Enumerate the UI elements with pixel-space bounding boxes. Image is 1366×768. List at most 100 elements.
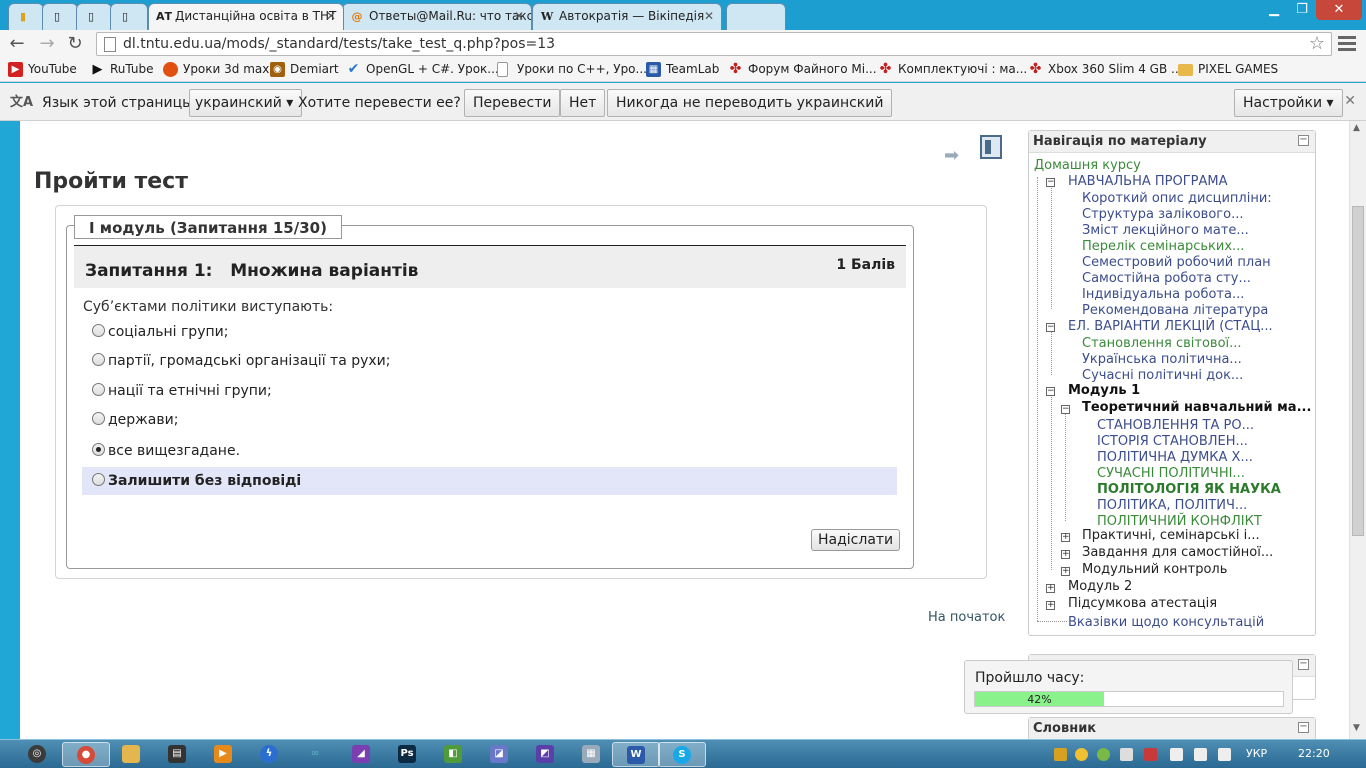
- answer-option[interactable]: держави;: [82, 406, 897, 434]
- radio-button[interactable]: [92, 412, 105, 425]
- submit-button[interactable]: Надіслати: [811, 529, 901, 551]
- tree-item[interactable]: ПОЛІТИЧНА ДУМКА Х...: [1097, 450, 1253, 465]
- taskbar-app[interactable]: ▶: [200, 742, 248, 767]
- tree-item[interactable]: Вказівки щодо консультацій: [1068, 615, 1264, 630]
- tree-item[interactable]: ЕЛ. ВАРІАНТИ ЛЕКЦІЙ (СТАЦ...: [1068, 319, 1273, 334]
- tree-home[interactable]: Домашня курсу: [1034, 158, 1141, 173]
- translate-button[interactable]: Перевести: [464, 89, 561, 117]
- new-tab-button[interactable]: [726, 3, 786, 30]
- taskbar-app[interactable]: ∞: [292, 742, 340, 767]
- expand-icon[interactable]: +: [1061, 567, 1070, 576]
- tree-item[interactable]: Структура залікового...: [1082, 207, 1243, 222]
- book-icon[interactable]: [980, 135, 1002, 159]
- battery-icon[interactable]: [1170, 748, 1183, 761]
- tree-item[interactable]: Практичні, семінарські і...: [1082, 528, 1260, 543]
- tab-stub-2[interactable]: ▯: [42, 3, 78, 30]
- tree-item[interactable]: Теоретичний навчальний ма...: [1082, 400, 1311, 415]
- bookmark-item[interactable]: ✔ OpenGL + C#. Урок...: [346, 62, 499, 77]
- answer-option[interactable]: соціальні групи;: [82, 318, 897, 346]
- tab-mail[interactable]: @ Ответы@Mail.Ru: что такс ✕: [342, 3, 532, 30]
- tree-item[interactable]: Перелік семінарських...: [1082, 239, 1244, 254]
- scroll-down-icon[interactable]: ▼: [1353, 723, 1360, 733]
- minimize-icon[interactable]: ▁: [1260, 0, 1288, 20]
- expand-icon[interactable]: +: [1061, 550, 1070, 559]
- radio-button[interactable]: [92, 473, 105, 486]
- tab-wiki[interactable]: W Автократія — Вікіпедія ✕: [532, 3, 722, 30]
- tray-icon[interactable]: [1054, 748, 1067, 761]
- bookmark-item[interactable]: ✤ Комплектуючі : ма...: [878, 62, 1028, 77]
- taskbar-app[interactable]: ▤: [154, 742, 202, 767]
- taskbar-app[interactable]: ◩: [522, 742, 570, 767]
- start-button[interactable]: ◎: [14, 742, 58, 767]
- volume-icon[interactable]: [1120, 748, 1133, 761]
- answer-option[interactable]: все вищезгадане.: [82, 437, 897, 465]
- radio-button[interactable]: [92, 324, 105, 337]
- collapse-icon[interactable]: −: [1046, 323, 1055, 332]
- tree-item[interactable]: Рекомендована література: [1082, 303, 1268, 318]
- page-scrollbar[interactable]: ▲ ▼: [1349, 121, 1366, 739]
- tray-icon[interactable]: [1075, 748, 1088, 761]
- tree-item[interactable]: Самостійна робота сту...: [1082, 271, 1251, 286]
- tree-item[interactable]: Модульний контроль: [1082, 562, 1227, 577]
- tree-item[interactable]: Семестровий робочий план: [1082, 255, 1271, 270]
- answer-option[interactable]: партії, громадські організації та рухи;: [82, 347, 897, 375]
- tree-item[interactable]: Індивідуальна робота...: [1082, 287, 1244, 302]
- tree-item[interactable]: ПОЛІТИКА, ПОЛІТИЧ...: [1097, 498, 1247, 513]
- collapse-icon[interactable]: −: [1298, 722, 1309, 733]
- tab-stub-1[interactable]: ▮: [8, 3, 44, 30]
- taskbar-word[interactable]: W: [612, 742, 660, 767]
- tree-item[interactable]: Завдання для самостійної...: [1082, 545, 1273, 560]
- expand-icon[interactable]: +: [1046, 601, 1055, 610]
- tree-item[interactable]: Сучасні політичні док...: [1082, 368, 1243, 383]
- restore-icon[interactable]: ❐: [1288, 0, 1316, 20]
- tree-item[interactable]: Українська політична...: [1082, 352, 1242, 367]
- answer-option-skip[interactable]: Залишити без відповіді: [82, 467, 897, 495]
- collapse-icon[interactable]: −: [1046, 387, 1055, 396]
- collapse-icon[interactable]: −: [1298, 135, 1309, 146]
- radio-button-checked[interactable]: [92, 443, 105, 456]
- taskbar-app[interactable]: ▦: [568, 742, 616, 767]
- close-icon[interactable]: ✕: [326, 9, 336, 23]
- bookmark-item[interactable]: ◉ Demiart: [270, 62, 339, 77]
- back-icon[interactable]: ←: [6, 33, 28, 55]
- tree-item[interactable]: ІСТОРІЯ СТАНОВЛЕН...: [1097, 434, 1248, 449]
- window-close-icon[interactable]: ✕: [1316, 0, 1362, 20]
- scroll-up-icon[interactable]: ▲: [1353, 123, 1360, 133]
- clock[interactable]: 22:20: [1298, 747, 1330, 760]
- flag-icon[interactable]: [1144, 748, 1157, 761]
- taskbar-skype[interactable]: S: [658, 742, 706, 767]
- taskbar-app[interactable]: ◢: [338, 742, 386, 767]
- tray-icon[interactable]: [1097, 748, 1110, 761]
- scroll-thumb[interactable]: [1352, 206, 1364, 536]
- tab-stub-3[interactable]: ▯: [76, 3, 112, 30]
- tree-item[interactable]: Модуль 1: [1068, 383, 1140, 398]
- bookmark-item[interactable]: ▶ YouTube: [8, 62, 77, 77]
- tree-item[interactable]: СТАНОВЛЕННЯ ТА РО...: [1097, 418, 1254, 433]
- expand-icon[interactable]: +: [1061, 533, 1070, 542]
- settings-button[interactable]: Настройки ▾: [1234, 89, 1343, 117]
- never-translate-button[interactable]: Никогда не переводить украинский: [607, 89, 893, 117]
- bookmark-item[interactable]: ✤ Xbox 360 Slim 4 GB ...: [1028, 62, 1183, 77]
- taskbar-app[interactable]: ϟ: [246, 742, 294, 767]
- tree-item[interactable]: Зміст лекційного мате...: [1082, 223, 1249, 238]
- tree-item[interactable]: СУЧАСНІ ПОЛІТИЧНІ...: [1097, 466, 1245, 481]
- keyboard-language[interactable]: УКР: [1246, 747, 1267, 760]
- bookmark-item[interactable]: Уроки 3d max: [163, 62, 269, 77]
- tree-item[interactable]: Короткий опис дисципліни:: [1082, 191, 1272, 206]
- answer-option[interactable]: нації та етнічні групи;: [82, 377, 897, 405]
- taskbar-app[interactable]: ◪: [476, 742, 524, 767]
- tree-item[interactable]: Підсумкова атестація: [1068, 596, 1217, 611]
- star-icon[interactable]: ☆: [1309, 33, 1325, 54]
- radio-button[interactable]: [92, 353, 105, 366]
- network-icon[interactable]: [1194, 748, 1207, 761]
- bookmark-item[interactable]: PIXEL GAMES: [1178, 62, 1278, 76]
- close-icon[interactable]: ✕: [1344, 93, 1356, 109]
- language-select[interactable]: украинский ▾: [189, 89, 303, 117]
- chrome-menu-icon[interactable]: [1336, 34, 1358, 54]
- collapse-icon[interactable]: −: [1046, 178, 1055, 187]
- tab-stub-4[interactable]: ▯: [110, 3, 148, 30]
- close-icon[interactable]: ✕: [514, 9, 524, 23]
- bookmark-item[interactable]: ✤ Форум Файного Мі...: [728, 62, 877, 77]
- reload-icon[interactable]: ↻: [64, 33, 86, 55]
- address-bar[interactable]: dl.tntu.edu.ua/mods/_standard/tests/take…: [96, 32, 1332, 56]
